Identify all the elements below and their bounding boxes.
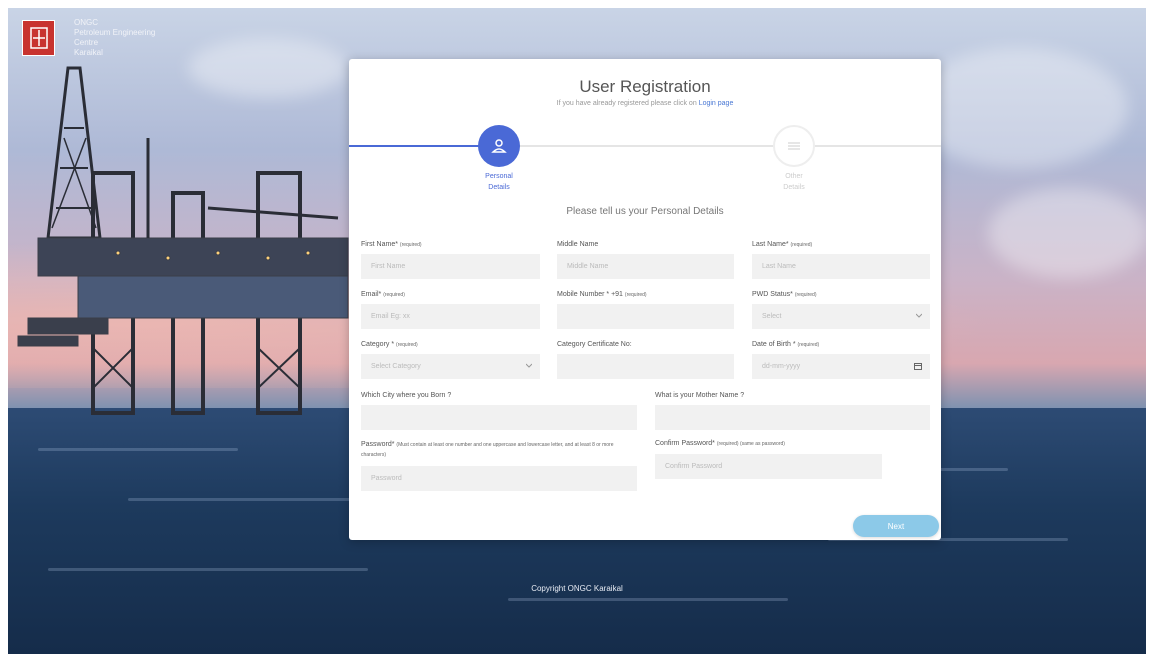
brand-line: Petroleum Engineering [74, 28, 156, 37]
category-label: Category * (required) [361, 341, 418, 348]
password-label: Password* (Must contain at least one num… [361, 440, 637, 460]
placeholder: Middle Name [567, 263, 609, 270]
brand-line: Karaikal [74, 48, 103, 57]
chevron-down-icon [916, 313, 922, 318]
step-label-line: Details [783, 184, 805, 191]
step-label-other: Other Details [754, 171, 834, 193]
step-label-personal: Personal Details [459, 171, 539, 193]
label-text: Middle Name [557, 241, 599, 248]
label-text: First Name* [361, 241, 398, 248]
select-value: Select Category [371, 363, 421, 370]
label-text: Category * [361, 341, 395, 348]
list-icon [788, 142, 800, 150]
required-hint: (required) [794, 292, 817, 298]
mobile-label: Mobile Number * +91 (required) [557, 291, 647, 298]
brand-line: ONGC [74, 18, 98, 27]
placeholder: Last Name [762, 263, 796, 270]
category-select[interactable]: Select Category [361, 354, 540, 379]
background-frame: ONGC Petroleum Engineering Centre Karaik… [8, 8, 1146, 654]
required-hint: (required) [790, 242, 813, 248]
label-text: Confirm Password* [655, 440, 715, 447]
login-link[interactable]: Login page [699, 100, 734, 107]
brand-text: ONGC Petroleum Engineering Centre Karaik… [74, 18, 155, 58]
login-hint-text: If you have already registered please cl… [556, 100, 697, 107]
required-hint: (required) [797, 342, 820, 348]
first-name-label: First Name* (required) [361, 241, 422, 248]
oil-rig-illustration [17, 66, 349, 415]
dob-label: Date of Birth * (required) [752, 341, 819, 348]
label-text: Mobile Number * +91 [557, 291, 623, 298]
mother-name-input[interactable] [655, 405, 930, 430]
cloud [908, 48, 1128, 168]
chevron-down-icon [526, 363, 532, 368]
step-personal-details[interactable] [478, 125, 520, 167]
email-input[interactable]: Email Eg: xx [361, 304, 540, 329]
select-value: Select [762, 313, 782, 320]
required-hint: (required) [396, 342, 418, 348]
placeholder: dd-mm-yyyy [762, 363, 801, 370]
step-other-details[interactable] [773, 125, 815, 167]
label-text: PWD Status* [752, 291, 793, 298]
label-text: Last Name* [752, 241, 789, 248]
dob-input[interactable]: dd-mm-yyyy [752, 354, 930, 379]
required-hint: (required) (same as password) [716, 441, 785, 447]
confirm-password-label: Confirm Password* (required) (same as pa… [655, 440, 785, 447]
label-text: Password* [361, 441, 395, 448]
brand-logo[interactable] [22, 20, 55, 56]
placeholder: Confirm Password [665, 463, 723, 470]
section-title: Please tell us your Personal Details [566, 206, 724, 217]
brand-line: Centre [74, 38, 99, 47]
label-text: Date of Birth * [752, 341, 796, 348]
birth-city-input[interactable] [361, 405, 637, 430]
password-requirements: (Must contain at least one number and on… [361, 442, 614, 458]
required-hint: (required) [383, 292, 405, 298]
mobile-input[interactable] [557, 304, 734, 329]
placeholder: Email Eg: xx [371, 313, 410, 320]
next-button[interactable]: Next [853, 515, 939, 537]
email-label: Email* (required) [361, 291, 405, 298]
mother-name-label: What is your Mother Name ? [655, 392, 744, 399]
cloud [988, 188, 1146, 278]
middle-name-input[interactable]: Middle Name [557, 254, 734, 279]
middle-name-label: Middle Name [557, 241, 598, 248]
progress-fill [349, 145, 479, 147]
last-name-input[interactable]: Last Name [752, 254, 930, 279]
label-text: Email* [361, 291, 382, 298]
registration-card: User Registration If you have already re… [349, 59, 941, 540]
label-text: Which City where you Born ? [361, 392, 452, 399]
category-cert-input[interactable] [557, 354, 734, 379]
label-text: What is your Mother Name ? [655, 392, 745, 399]
label-text: Category Certificate No: [557, 341, 632, 348]
logo-icon [29, 27, 48, 49]
placeholder: Password [371, 475, 402, 482]
footer-copyright: Copyright ONGC Karaikal [531, 584, 623, 593]
pwd-status-select[interactable]: Select [752, 304, 930, 329]
last-name-label: Last Name* (required) [752, 241, 812, 248]
category-cert-label: Category Certificate No: [557, 341, 632, 348]
step-label-line: Other [785, 173, 803, 180]
calendar-icon[interactable] [914, 362, 922, 370]
first-name-input[interactable]: First Name [361, 254, 540, 279]
pwd-status-label: PWD Status* (required) [752, 291, 817, 298]
login-hint: If you have already registered please cl… [349, 100, 941, 107]
required-hint: (required) [399, 242, 422, 248]
birth-city-label: Which City where you Born ? [361, 392, 451, 399]
required-hint: (required) [624, 292, 647, 298]
page-title: User Registration [579, 77, 711, 96]
step-label-line: Personal [485, 173, 513, 180]
user-icon [491, 139, 507, 153]
placeholder: First Name [371, 263, 406, 270]
confirm-password-input[interactable]: Confirm Password [655, 454, 882, 479]
password-input[interactable]: Password [361, 466, 637, 491]
step-label-line: Details [488, 184, 510, 191]
